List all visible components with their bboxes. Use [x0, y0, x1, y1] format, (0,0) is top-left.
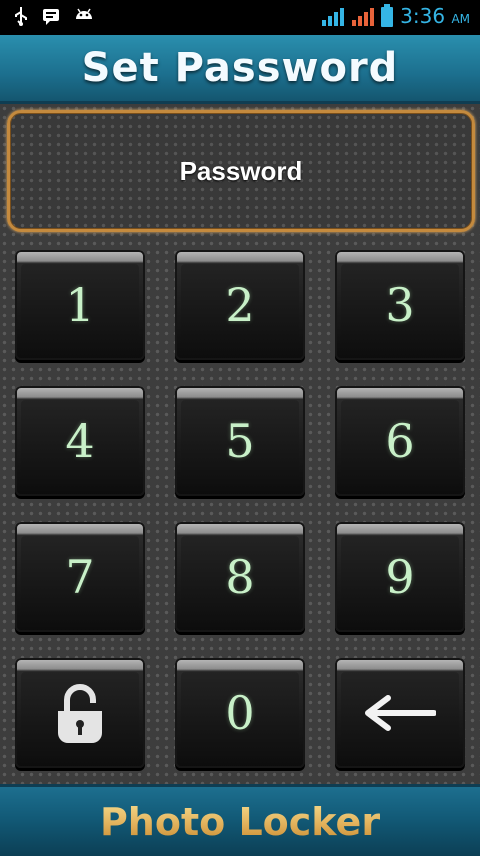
status-time: 3:36 AM: [400, 4, 470, 28]
unlock-icon: [58, 684, 102, 743]
key-4-button[interactable]: 4: [15, 386, 145, 496]
key-label: 7: [65, 550, 95, 604]
app-name: Photo Locker: [99, 799, 381, 844]
key-label: 5: [225, 414, 255, 468]
backspace-button[interactable]: [335, 658, 465, 768]
message-icon: [43, 9, 59, 25]
status-system-icons: 3:36 AM: [320, 4, 470, 28]
footer-bar: Photo Locker: [0, 784, 480, 856]
key-label: 9: [385, 550, 415, 604]
usb-icon: [15, 7, 27, 26]
page-title: Set Password: [81, 45, 399, 91]
key-6-button[interactable]: 6: [335, 386, 465, 496]
android-icon: [76, 8, 92, 19]
title-bar: Set Password: [0, 35, 480, 104]
key-5-button[interactable]: 5: [175, 386, 305, 496]
key-label: 0: [225, 686, 255, 740]
status-time-value: 3:36: [400, 4, 446, 28]
status-notification-icons: [14, 6, 94, 26]
password-placeholder: Password: [179, 155, 303, 186]
status-bar: 3:36 AM: [0, 0, 480, 35]
key-label: 3: [385, 278, 415, 332]
key-label: 8: [225, 550, 255, 604]
key-label: 2: [225, 278, 255, 332]
key-label: 6: [385, 414, 415, 468]
key-7-button[interactable]: 7: [15, 522, 145, 632]
left-arrow-icon: [365, 695, 436, 731]
signal-icon: [322, 8, 345, 26]
key-0-button[interactable]: 0: [175, 658, 305, 768]
battery-icon: [381, 4, 394, 27]
key-3-button[interactable]: 3: [335, 250, 465, 360]
unlock-button[interactable]: [15, 658, 145, 768]
signal-icon: [352, 8, 375, 26]
key-9-button[interactable]: 9: [335, 522, 465, 632]
key-label: 4: [65, 414, 95, 468]
status-time-ampm: AM: [451, 12, 470, 26]
key-label: 1: [65, 278, 95, 332]
key-8-button[interactable]: 8: [175, 522, 305, 632]
key-1-button[interactable]: 1: [15, 250, 145, 360]
password-field[interactable]: Password: [7, 110, 475, 232]
key-2-button[interactable]: 2: [175, 250, 305, 360]
